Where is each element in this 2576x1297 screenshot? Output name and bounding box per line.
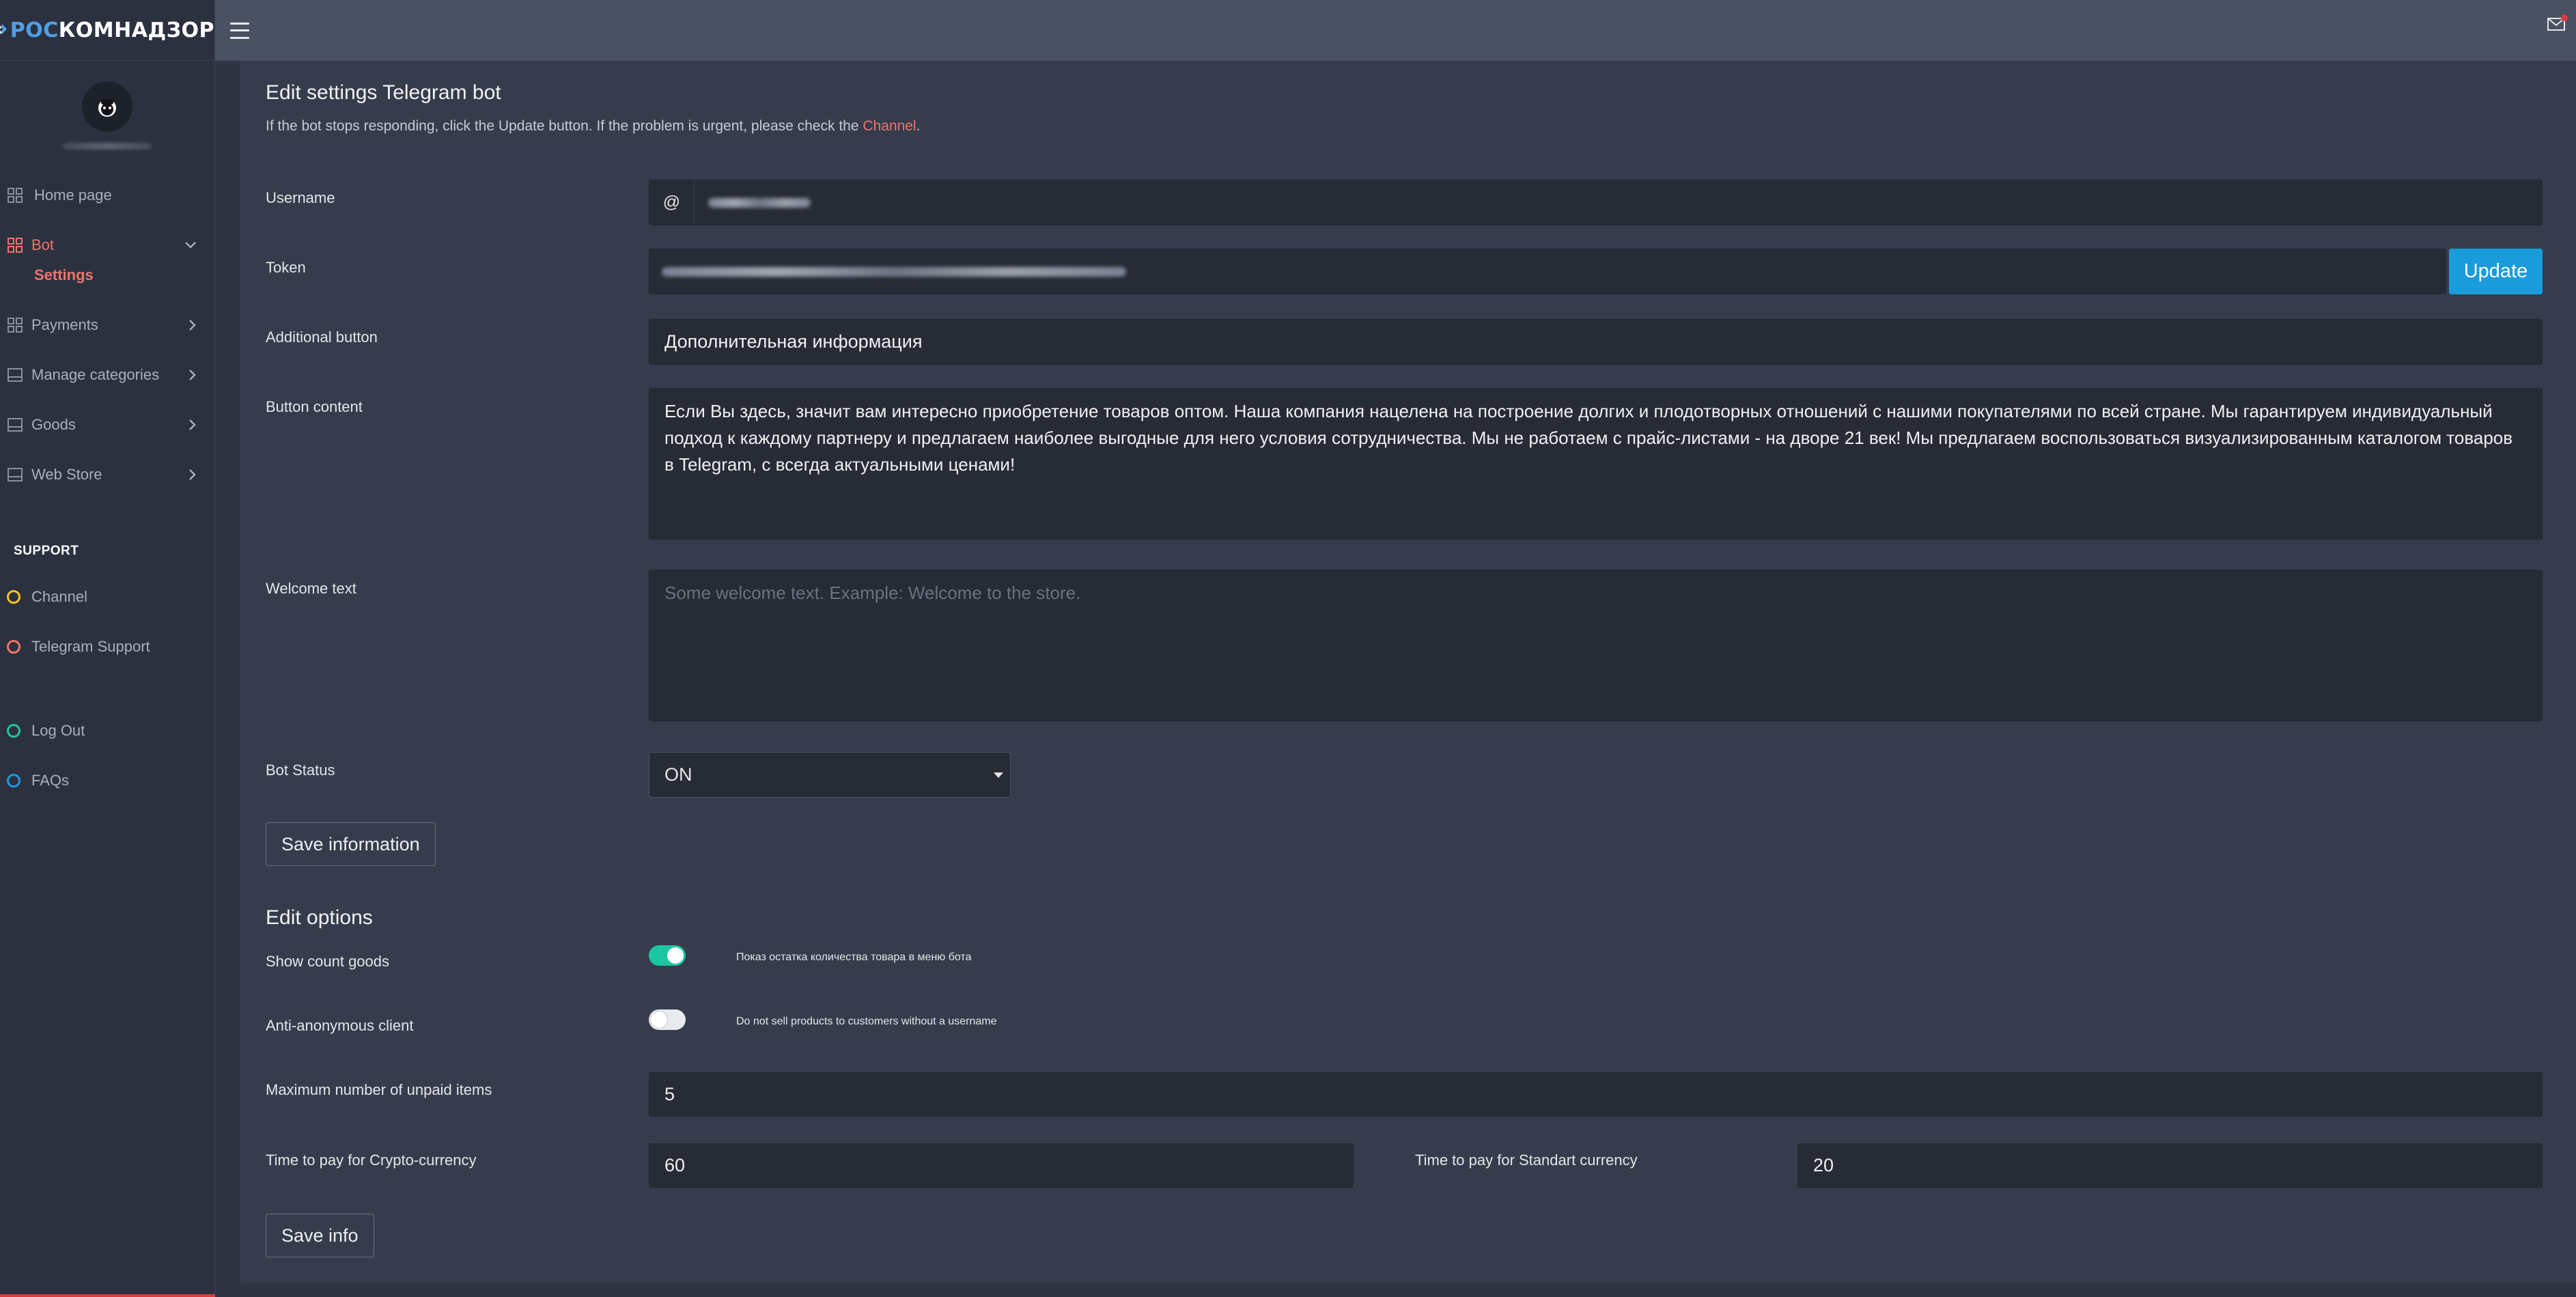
logo-icon [0, 24, 8, 35]
settings-panel: Edit settings Telegram bot If the bot st… [240, 61, 2576, 1283]
standart-time-label: Time to pay for Standart currency [1415, 1152, 1638, 1169]
welcome-text-label: Welcome text [266, 580, 356, 597]
grid-icon [7, 187, 23, 204]
sidebar-item-log-out[interactable]: Log Out [0, 706, 214, 755]
user-avatar-icon [98, 99, 116, 117]
username-field[interactable]: @ [649, 180, 2543, 225]
caret-down-icon [994, 772, 1003, 778]
sidebar-item-label: Telegram Support [31, 637, 150, 655]
support-nav: Channel Telegram Support [0, 572, 214, 671]
brand-name: РОСКОМНАДЗОР [10, 18, 214, 42]
sidebar-item-label: FAQs [31, 771, 70, 789]
sidebar-item-telegram-support[interactable]: Telegram Support [0, 622, 214, 671]
sidebar-item-label: Bot [31, 236, 55, 253]
at-prefix: @ [649, 180, 695, 225]
chevron-down-icon [185, 241, 196, 249]
anti-anonymous-description: Do not sell products to customers withou… [736, 1016, 997, 1027]
username-label: Username [266, 189, 335, 206]
circle-icon [7, 639, 20, 654]
show-count-description: Показ остатка количества товара в меню б… [736, 951, 972, 963]
sidebar-item-label: Log Out [31, 721, 85, 739]
token-field[interactable] [649, 249, 2446, 294]
additional-button-input[interactable]: Дополнительная информация [649, 319, 2543, 365]
layout-icon [7, 367, 23, 383]
save-info-button[interactable]: Save info [266, 1214, 374, 1257]
sidebar-item-label: Channel [31, 587, 87, 605]
brand[interactable]: РОСКОМНАДЗОР [0, 0, 214, 61]
circle-icon [7, 723, 20, 738]
sidebar-item-payments[interactable]: Payments [0, 300, 214, 350]
bot-status-value: ON [664, 764, 692, 785]
page-title: Edit settings Telegram bot [266, 81, 501, 104]
sidebar-item-channel[interactable]: Channel [0, 572, 214, 622]
sidebar-item-label: Payments [31, 316, 98, 333]
show-count-toggle[interactable] [649, 945, 686, 966]
sidebar-item-bot[interactable]: Bot [0, 220, 214, 270]
bot-status-label: Bot Status [266, 762, 335, 779]
sidebar-item-label: Goods [31, 415, 76, 433]
grid-icon [7, 237, 23, 253]
channel-link[interactable]: Channel [863, 118, 916, 134]
chevron-right-icon [189, 369, 196, 380]
crypto-time-input[interactable]: 60 [649, 1143, 1354, 1188]
bot-status-select[interactable]: ON [649, 752, 1011, 798]
anti-anonymous-toggle[interactable] [649, 1009, 686, 1030]
additional-button-label: Additional button [266, 329, 378, 346]
profile-name-redacted [63, 143, 152, 150]
sidebar-item-label: Home page [34, 186, 112, 204]
topbar [215, 0, 2576, 61]
show-count-label: Show count goods [266, 953, 390, 970]
sidebar-item-label: Web Store [31, 465, 102, 483]
hint-text: If the bot stops responding, click the U… [266, 118, 863, 134]
chevron-right-icon [189, 419, 196, 430]
page-hint: If the bot stops responding, click the U… [266, 118, 920, 135]
max-unpaid-label: Maximum number of unpaid items [266, 1081, 492, 1098]
sidebar-item-web-store[interactable]: Web Store [0, 449, 214, 499]
avatar[interactable] [82, 81, 132, 132]
mail-icon[interactable] [2546, 12, 2569, 36]
circle-icon [7, 589, 20, 604]
sidebar-item-faqs[interactable]: FAQs [0, 755, 214, 805]
welcome-text-textarea[interactable]: Some welcome text. Example: Welcome to t… [649, 570, 2543, 721]
username-value-redacted [708, 197, 811, 208]
chevron-right-icon [189, 469, 196, 480]
circle-icon [7, 773, 20, 787]
anti-anonymous-label: Anti-anonymous client [266, 1017, 414, 1034]
max-unpaid-input[interactable]: 5 [649, 1072, 2543, 1117]
sidebar-item-label: Manage categories [31, 365, 160, 383]
brand-prefix: РОС [10, 18, 59, 42]
token-value-redacted [662, 266, 1126, 277]
hamburger-menu-icon[interactable] [230, 22, 249, 39]
hint-suffix: . [916, 118, 921, 134]
sidebar-bottom-accent [0, 1294, 215, 1297]
standart-time-input[interactable]: 20 [1797, 1143, 2543, 1188]
button-content-label: Button content [266, 398, 363, 415]
sidebar-item-goods[interactable]: Goods [0, 400, 214, 449]
brand-rest: КОМНАДЗОР [58, 18, 214, 42]
update-button[interactable]: Update [2449, 249, 2543, 294]
profile [0, 61, 214, 170]
save-information-button[interactable]: Save information [266, 822, 436, 866]
support-section-title: SUPPORT [14, 544, 79, 558]
sidebar-item-home[interactable]: Home page [0, 170, 214, 220]
chevron-right-icon [189, 319, 196, 331]
button-content-textarea[interactable]: Если Вы здесь, значит вам интересно прио… [649, 388, 2543, 540]
sidebar-nav: Home page Bot Settings Payments Manage c… [0, 170, 214, 499]
grid-icon [7, 317, 23, 333]
sidebar: РОСКОМНАДЗОР Home page Bot Settings Paym… [0, 0, 215, 1297]
account-nav: Log Out FAQs [0, 706, 214, 805]
layout-icon [7, 466, 23, 483]
sidebar-item-manage-categories[interactable]: Manage categories [0, 350, 214, 400]
crypto-time-label: Time to pay for Crypto-currency [266, 1152, 477, 1169]
layout-icon [7, 417, 23, 433]
edit-options-title: Edit options [266, 906, 373, 929]
token-label: Token [266, 259, 306, 276]
